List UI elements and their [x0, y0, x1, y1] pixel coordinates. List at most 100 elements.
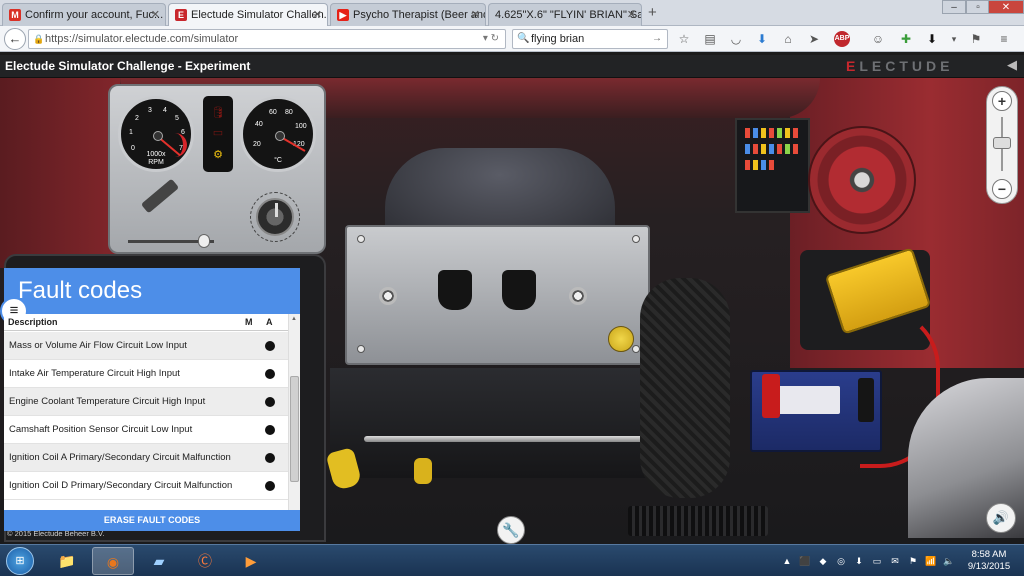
close-window-button[interactable]: ✕ — [988, 0, 1024, 14]
media-player-icon[interactable]: ▶ — [230, 547, 272, 575]
gmail-icon: M — [9, 9, 21, 21]
youtube-icon: ▶ — [337, 9, 349, 21]
browser-tab-bar: M Confirm your account, Fuc... ✕ E Elect… — [0, 0, 1024, 27]
tab-youtube[interactable]: ▶ Psycho Therapist (Beer and... ✕ — [330, 3, 486, 26]
negative-clamp[interactable] — [858, 378, 874, 422]
tab-gmail[interactable]: M Confirm your account, Fuc... ✕ — [2, 3, 166, 26]
electude-icon: E — [175, 9, 187, 21]
positive-clamp[interactable] — [762, 374, 780, 418]
bookmark-star-icon[interactable]: ☆ — [676, 31, 692, 47]
sound-icon[interactable]: 🔊 — [986, 503, 1016, 533]
wrench-icon[interactable]: 🔧 — [497, 516, 525, 544]
tray-icon[interactable]: ◆ — [816, 554, 830, 568]
zoom-out-button[interactable]: − — [992, 179, 1012, 199]
temperature-gauge: 20 40 60 80 100 120 °C — [240, 96, 316, 172]
tab-close-icon[interactable]: ✕ — [627, 8, 636, 21]
new-tab-button[interactable]: + — [648, 4, 657, 21]
throttle-slider-thumb[interactable] — [198, 234, 210, 248]
chat-icon[interactable]: ☺ — [870, 31, 886, 47]
downloads-icon[interactable]: ⬇ — [924, 31, 940, 47]
active-indicator — [265, 425, 275, 435]
spark-plug-1[interactable] — [379, 287, 397, 305]
volume-icon[interactable]: 🔈 — [942, 554, 956, 568]
throttle-slider[interactable] — [128, 234, 214, 248]
tray-icon[interactable]: ⬇ — [852, 554, 866, 568]
chevron-down-icon[interactable]: ▾ — [946, 31, 962, 47]
signal-icon[interactable]: 📶 — [924, 554, 938, 568]
warning-lights: 🛢 ▭ ⚙ — [203, 96, 233, 172]
download-arrow-icon[interactable]: ⬇ — [754, 31, 770, 47]
back-button[interactable]: ← — [4, 28, 26, 50]
browser-nav-bar: ← 🔒 https://simulator.electude.com/simul… — [0, 26, 1024, 52]
send-icon[interactable]: ➤ — [806, 31, 822, 47]
ignition-coil-3[interactable] — [502, 270, 536, 310]
reading-list-icon[interactable]: ▤ — [702, 31, 718, 47]
tray-icon[interactable]: ▭ — [870, 554, 884, 568]
taskbar-clock[interactable]: 8:58 AM 9/13/2015 — [960, 549, 1018, 573]
active-indicator — [265, 341, 275, 351]
collapse-arrow-icon[interactable]: ◀ — [1007, 57, 1017, 73]
tab-close-icon[interactable]: ✕ — [313, 8, 322, 21]
tray-icon[interactable]: ▲ — [780, 554, 794, 568]
app-header: Electude Simulator Challenge - Experimen… — [0, 55, 1024, 78]
tab-sauce[interactable]: 4.625"X.6" "FLYIN' BRIAN" Sauc... ✕ — [488, 3, 642, 26]
tray-icon[interactable]: ✉ — [888, 554, 902, 568]
firefox-icon[interactable]: ◉ — [92, 547, 134, 575]
extension-icon[interactable]: ✚ — [898, 31, 914, 47]
washer-cap[interactable] — [414, 458, 432, 484]
tab-close-icon[interactable]: ✕ — [471, 8, 480, 21]
ignition-key[interactable] — [140, 178, 180, 214]
fuse-box[interactable] — [735, 118, 810, 213]
spark-plug-4[interactable] — [569, 287, 587, 305]
tray-icon[interactable]: ◎ — [834, 554, 848, 568]
flag-icon[interactable]: ⚑ — [968, 31, 984, 47]
zoom-control: + − — [986, 86, 1018, 204]
ignition-coil-2[interactable] — [438, 270, 472, 310]
tray-icon[interactable]: ⚑ — [906, 554, 920, 568]
oil-pressure-icon: 🛢 — [211, 107, 225, 119]
table-row[interactable]: Camshaft Position Sensor Circuit Low Inp… — [4, 416, 288, 444]
scrollbar[interactable]: ▲ — [288, 314, 300, 510]
search-input[interactable]: 🔍 flying brian → — [512, 29, 668, 49]
start-button[interactable]: ⊞ — [6, 547, 34, 575]
car-body-left — [0, 78, 120, 268]
home-icon[interactable]: ⌂ — [780, 31, 796, 47]
windows-taskbar: ⊞ 📁 ◉ ▰ Ⓒ ▶ ▲ ⬛ ◆ ◎ ⬇ ▭ ✉ ⚑ 📶 🔈 8:58 AM … — [0, 544, 1024, 576]
tab-title: Confirm your account, Fuc... — [25, 9, 164, 21]
tab-electude[interactable]: E Electude Simulator Challen... ✕ — [168, 3, 328, 27]
scrollbar-thumb[interactable] — [290, 376, 299, 482]
table-row[interactable]: Ignition Coil D Primary/Secondary Circui… — [4, 472, 288, 500]
explorer-icon[interactable]: 📁 — [46, 547, 88, 575]
dipstick-rod — [364, 436, 644, 442]
tray-icon[interactable]: ⬛ — [798, 554, 812, 568]
minimize-button[interactable]: – — [942, 0, 966, 14]
table-row[interactable]: Intake Air Temperature Circuit High Inpu… — [4, 360, 288, 388]
app-icon[interactable]: ▰ — [138, 547, 180, 575]
table-row[interactable]: Ignition Coil A Primary/Secondary Circui… — [4, 444, 288, 472]
electude-logo: ELECTUDE — [846, 58, 954, 74]
search-go-icon[interactable]: → — [652, 30, 662, 48]
column-description: Description — [8, 317, 58, 327]
reload-icon[interactable]: ▾ ↻ — [483, 30, 499, 48]
zoom-slider-thumb[interactable] — [993, 137, 1011, 149]
adblock-icon[interactable]: ABP — [834, 31, 850, 47]
ignition-switch-knob[interactable] — [256, 198, 294, 236]
scroll-up-icon[interactable]: ▲ — [291, 316, 297, 322]
tab-close-icon[interactable]: ✕ — [151, 8, 160, 21]
maximize-button[interactable]: ▫ — [966, 0, 990, 14]
check-engine-icon: ⚙ — [213, 149, 223, 161]
zoom-in-button[interactable]: + — [992, 91, 1012, 111]
battery-warning-icon: ▭ — [212, 127, 224, 139]
pocket-icon[interactable]: ◡ — [728, 31, 744, 47]
table-row[interactable]: Mass or Volume Air Flow Circuit Low Inpu… — [4, 332, 288, 360]
address-bar[interactable]: 🔒 https://simulator.electude.com/simulat… — [28, 29, 506, 49]
hamburger-menu-icon[interactable]: ≡ — [996, 31, 1012, 47]
table-row[interactable]: Engine Coolant Temperature Circuit High … — [4, 388, 288, 416]
oil-filler-cap[interactable] — [608, 326, 634, 352]
tab-title: Electude Simulator Challen... — [191, 9, 328, 21]
erase-fault-codes-button[interactable]: ERASE FAULT CODES — [4, 510, 300, 531]
column-m: M — [245, 317, 253, 327]
ccleaner-icon[interactable]: Ⓒ — [184, 547, 226, 575]
engine-cover[interactable] — [345, 225, 650, 365]
intake-hose[interactable] — [640, 278, 730, 498]
